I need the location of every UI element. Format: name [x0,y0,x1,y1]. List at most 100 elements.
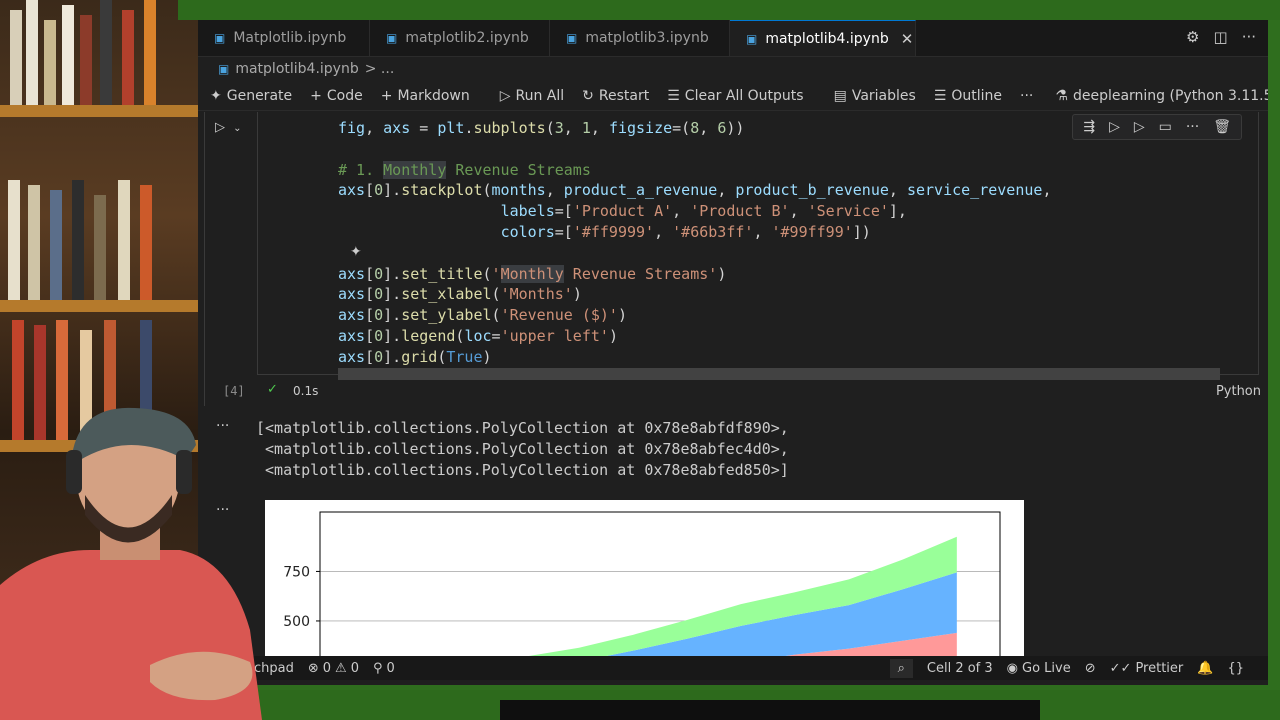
error-count: 0 [322,660,332,676]
vscode-window: ▣ Matplotlib.ipynb ▣ matplotlib2.ipynb ▣… [198,20,1268,685]
restart-label: Restart [598,87,650,104]
cell-status-row: [4] ✓ 0.1s Python [205,380,1261,402]
variables-icon: ▤ [833,87,847,104]
sparkle-icon: ✦ [210,87,222,104]
prettier-label: Prettier [1135,660,1184,676]
tab-matplotlib[interactable]: ▣ Matplotlib.ipynb [198,20,370,56]
more-toolbar-button[interactable]: ··· [1020,88,1033,104]
frame-border [500,700,1040,720]
generate-label: Generate [226,87,293,104]
code-cell[interactable]: ▷ ⌄ ⇶ ▷ ▷ ▭ ··· 🗑 fig, axs = plt.subplot… [204,112,1261,406]
eye-off-icon[interactable]: ⊘ [1085,661,1096,676]
book [26,0,38,105]
status-bar: chpad ⊗ 0 ⚠ 0 ⚲ 0 ⌕ Cell 2 of 3 ◉ Go Liv… [198,656,1268,680]
book [144,0,156,105]
shelf-board [0,105,200,117]
clear-outputs-label: Clear All Outputs [684,87,804,104]
book [80,15,92,105]
go-live-button[interactable]: ◉ Go Live [1007,661,1071,676]
clear-outputs-button[interactable]: ☰ Clear All Outputs [667,88,803,104]
kernel-icon: ⚗ [1055,87,1068,104]
book [118,180,130,300]
kernel-picker[interactable]: ⚗ deeplearning (Python 3.11.5) [1055,88,1268,104]
more-label: ··· [1020,87,1034,104]
breadcrumb-file[interactable]: matplotlib4.ipynb [235,61,358,77]
tab-matplotlib2[interactable]: ▣ matplotlib2.ipynb [370,20,550,56]
zoom-icon[interactable]: ⌕ [889,658,913,678]
output-line: <matplotlib.collections.PolyCollection a… [256,461,789,479]
notebook-icon: ▣ [566,31,578,45]
chevron-down-icon: ⌄ [233,123,242,134]
plus-icon: + [380,87,393,104]
generate-button[interactable]: ✦ Generate [210,88,292,104]
add-code-button[interactable]: + Code [310,88,363,104]
output-line: [<matplotlib.collections.PolyCollection … [256,419,789,437]
notebook-icon: ▣ [746,31,758,46]
sparkle-icon[interactable]: ✦ [350,244,362,260]
gear-icon[interactable]: ⚙ [1186,28,1199,46]
outline-button[interactable]: ☰ Outline [934,88,1002,104]
cell-language[interactable]: Python [1216,384,1261,399]
book [94,195,106,300]
book [62,5,74,105]
variables-button[interactable]: ▤ Variables [834,88,916,104]
close-icon[interactable]: ✕ [901,30,914,48]
book [72,180,84,300]
more-actions-icon[interactable]: ··· [1186,119,1199,135]
warning-icon: ⚠ [335,660,347,676]
code-label: Code [326,87,363,104]
play-icon: ▷ [215,120,225,135]
notebook-toolbar: ✦ Generate + Code + Markdown ▷ Run All ↻… [198,81,1268,111]
clear-all-icon: ☰ [667,87,680,104]
braces-icon[interactable]: {} [1227,661,1244,676]
markdown-label: Markdown [397,87,470,104]
breadcrumb-more[interactable]: > ... [365,61,395,77]
run-cell-button[interactable]: ▷ ⌄ [215,120,242,135]
execution-time: 0.1s [293,384,319,398]
notebook-icon: ▣ [386,31,398,45]
tab-label: Matplotlib.ipynb [233,30,347,46]
book [8,180,20,300]
delete-icon[interactable]: 🗑 [1213,119,1231,135]
output-text: [<matplotlib.collections.PolyCollection … [256,418,789,481]
output-line: <matplotlib.collections.PolyCollection a… [256,440,789,458]
outline-label: Outline [951,87,1003,104]
ports-indicator[interactable]: ⚲ 0 [373,661,395,676]
book [28,185,40,300]
run-all-button[interactable]: ▷ Run All [500,88,564,104]
tab-bar: ▣ Matplotlib.ipynb ▣ matplotlib2.ipynb ▣… [198,20,1268,57]
notebook-icon: ▣ [218,62,230,76]
y-tick-label: 500 [283,614,310,630]
code-editor[interactable]: fig, axs = plt.subplots(3, 1, figsize=(8… [338,118,1051,368]
ports-icon: ⚲ [372,660,383,676]
tab-matplotlib3[interactable]: ▣ matplotlib3.ipynb [550,20,730,56]
cell-position[interactable]: Cell 2 of 3 [927,661,993,676]
shelf-board [0,300,200,312]
horizontal-scrollbar[interactable] [338,368,1220,380]
variables-label: Variables [851,87,916,104]
run-by-line-icon[interactable]: ⇶ [1083,119,1095,135]
more-actions-icon[interactable]: ··· [1242,28,1256,46]
tab-label: matplotlib4.ipynb [765,30,889,47]
problems-indicator[interactable]: ⊗ 0 ⚠ 0 [308,661,359,676]
split-editor-icon[interactable]: ◫ [1214,28,1228,46]
ports-count: 0 [386,660,395,676]
add-markdown-button[interactable]: + Markdown [381,88,470,104]
book [122,10,134,105]
tab-matplotlib4[interactable]: ▣ matplotlib4.ipynb ✕ [730,20,916,56]
stackplot-chart: 250500750 [283,511,1001,660]
outline-icon: ☰ [933,87,947,104]
prettier-button[interactable]: ✓✓ Prettier [1110,661,1184,676]
restart-button[interactable]: ↻ Restart [582,88,649,104]
notebook-icon: ▣ [214,31,226,45]
book [50,190,62,300]
check-icon: ✓ [267,382,278,397]
bell-icon[interactable]: 🔔 [1197,661,1213,676]
execute-below-icon[interactable]: ▷ [1134,119,1145,135]
cell-editor[interactable]: ⇶ ▷ ▷ ▭ ··· 🗑 fig, axs = plt.subplots(3,… [257,112,1259,380]
broadcast-icon: ◉ [1006,660,1019,676]
book [10,10,22,105]
status-right: ⌕ Cell 2 of 3 ◉ Go Live ⊘ ✓✓ Prettier 🔔 … [889,658,1258,678]
split-cell-icon[interactable]: ▭ [1159,119,1172,135]
execute-above-icon[interactable]: ▷ [1109,119,1120,135]
